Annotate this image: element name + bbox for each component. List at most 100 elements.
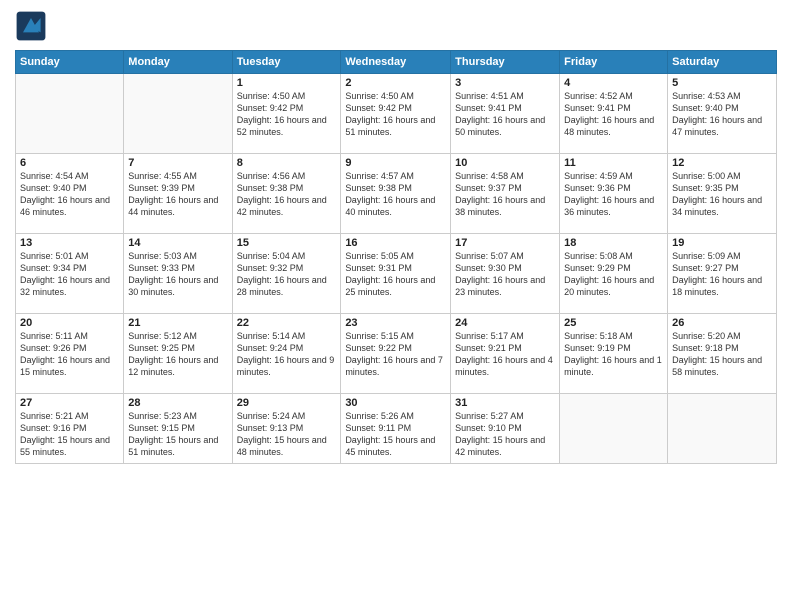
calendar-week-row: 27Sunrise: 5:21 AM Sunset: 9:16 PM Dayli… [16,394,777,464]
calendar-cell: 11Sunrise: 4:59 AM Sunset: 9:36 PM Dayli… [560,154,668,234]
day-info: Sunrise: 4:52 AM Sunset: 9:41 PM Dayligh… [564,90,663,139]
day-info: Sunrise: 5:21 AM Sunset: 9:16 PM Dayligh… [20,410,119,459]
calendar-header-friday: Friday [560,51,668,74]
calendar-header-saturday: Saturday [668,51,777,74]
day-number: 13 [20,237,119,249]
day-info: Sunrise: 4:51 AM Sunset: 9:41 PM Dayligh… [455,90,555,139]
calendar-cell: 25Sunrise: 5:18 AM Sunset: 9:19 PM Dayli… [560,314,668,394]
day-number: 9 [345,157,446,169]
day-info: Sunrise: 4:50 AM Sunset: 9:42 PM Dayligh… [237,90,337,139]
day-info: Sunrise: 5:26 AM Sunset: 9:11 PM Dayligh… [345,410,446,459]
calendar-cell: 18Sunrise: 5:08 AM Sunset: 9:29 PM Dayli… [560,234,668,314]
calendar-cell: 15Sunrise: 5:04 AM Sunset: 9:32 PM Dayli… [232,234,341,314]
calendar-cell: 9Sunrise: 4:57 AM Sunset: 9:38 PM Daylig… [341,154,451,234]
day-info: Sunrise: 4:53 AM Sunset: 9:40 PM Dayligh… [672,90,772,139]
day-info: Sunrise: 5:11 AM Sunset: 9:26 PM Dayligh… [20,330,119,379]
calendar-cell: 3Sunrise: 4:51 AM Sunset: 9:41 PM Daylig… [451,74,560,154]
day-number: 1 [237,77,337,89]
day-info: Sunrise: 5:07 AM Sunset: 9:30 PM Dayligh… [455,250,555,299]
day-number: 24 [455,317,555,329]
calendar-cell [560,394,668,464]
day-info: Sunrise: 5:08 AM Sunset: 9:29 PM Dayligh… [564,250,663,299]
calendar-cell: 30Sunrise: 5:26 AM Sunset: 9:11 PM Dayli… [341,394,451,464]
calendar-header-monday: Monday [124,51,232,74]
day-info: Sunrise: 5:15 AM Sunset: 9:22 PM Dayligh… [345,330,446,379]
calendar-cell: 6Sunrise: 4:54 AM Sunset: 9:40 PM Daylig… [16,154,124,234]
day-info: Sunrise: 5:23 AM Sunset: 9:15 PM Dayligh… [128,410,227,459]
day-number: 19 [672,237,772,249]
day-info: Sunrise: 5:18 AM Sunset: 9:19 PM Dayligh… [564,330,663,379]
calendar-cell: 12Sunrise: 5:00 AM Sunset: 9:35 PM Dayli… [668,154,777,234]
day-info: Sunrise: 4:54 AM Sunset: 9:40 PM Dayligh… [20,170,119,219]
day-info: Sunrise: 5:17 AM Sunset: 9:21 PM Dayligh… [455,330,555,379]
header [15,10,777,42]
day-number: 2 [345,77,446,89]
calendar-cell: 7Sunrise: 4:55 AM Sunset: 9:39 PM Daylig… [124,154,232,234]
day-number: 29 [237,397,337,409]
day-info: Sunrise: 5:14 AM Sunset: 9:24 PM Dayligh… [237,330,337,379]
day-number: 14 [128,237,227,249]
logo-icon [15,10,47,42]
day-number: 30 [345,397,446,409]
calendar-header-wednesday: Wednesday [341,51,451,74]
calendar-cell: 20Sunrise: 5:11 AM Sunset: 9:26 PM Dayli… [16,314,124,394]
day-info: Sunrise: 4:50 AM Sunset: 9:42 PM Dayligh… [345,90,446,139]
day-info: Sunrise: 5:01 AM Sunset: 9:34 PM Dayligh… [20,250,119,299]
day-info: Sunrise: 5:09 AM Sunset: 9:27 PM Dayligh… [672,250,772,299]
day-info: Sunrise: 5:27 AM Sunset: 9:10 PM Dayligh… [455,410,555,459]
day-number: 15 [237,237,337,249]
calendar-cell: 17Sunrise: 5:07 AM Sunset: 9:30 PM Dayli… [451,234,560,314]
calendar-header-row: SundayMondayTuesdayWednesdayThursdayFrid… [16,51,777,74]
day-number: 6 [20,157,119,169]
calendar-cell: 26Sunrise: 5:20 AM Sunset: 9:18 PM Dayli… [668,314,777,394]
calendar-cell [668,394,777,464]
day-info: Sunrise: 5:04 AM Sunset: 9:32 PM Dayligh… [237,250,337,299]
calendar-cell: 13Sunrise: 5:01 AM Sunset: 9:34 PM Dayli… [16,234,124,314]
day-number: 11 [564,157,663,169]
calendar-week-row: 13Sunrise: 5:01 AM Sunset: 9:34 PM Dayli… [16,234,777,314]
calendar-week-row: 20Sunrise: 5:11 AM Sunset: 9:26 PM Dayli… [16,314,777,394]
calendar-header-thursday: Thursday [451,51,560,74]
calendar-cell: 19Sunrise: 5:09 AM Sunset: 9:27 PM Dayli… [668,234,777,314]
calendar-cell: 29Sunrise: 5:24 AM Sunset: 9:13 PM Dayli… [232,394,341,464]
calendar-week-row: 1Sunrise: 4:50 AM Sunset: 9:42 PM Daylig… [16,74,777,154]
calendar-cell: 24Sunrise: 5:17 AM Sunset: 9:21 PM Dayli… [451,314,560,394]
logo [15,10,51,42]
day-number: 31 [455,397,555,409]
calendar-cell: 5Sunrise: 4:53 AM Sunset: 9:40 PM Daylig… [668,74,777,154]
day-number: 7 [128,157,227,169]
day-number: 27 [20,397,119,409]
day-number: 5 [672,77,772,89]
day-number: 23 [345,317,446,329]
calendar-cell [124,74,232,154]
day-info: Sunrise: 5:20 AM Sunset: 9:18 PM Dayligh… [672,330,772,379]
page: SundayMondayTuesdayWednesdayThursdayFrid… [0,0,792,612]
day-number: 12 [672,157,772,169]
calendar-cell: 8Sunrise: 4:56 AM Sunset: 9:38 PM Daylig… [232,154,341,234]
calendar-cell: 23Sunrise: 5:15 AM Sunset: 9:22 PM Dayli… [341,314,451,394]
calendar: SundayMondayTuesdayWednesdayThursdayFrid… [15,50,777,464]
day-info: Sunrise: 5:24 AM Sunset: 9:13 PM Dayligh… [237,410,337,459]
day-number: 21 [128,317,227,329]
day-info: Sunrise: 5:05 AM Sunset: 9:31 PM Dayligh… [345,250,446,299]
calendar-cell: 27Sunrise: 5:21 AM Sunset: 9:16 PM Dayli… [16,394,124,464]
calendar-header-sunday: Sunday [16,51,124,74]
calendar-cell: 4Sunrise: 4:52 AM Sunset: 9:41 PM Daylig… [560,74,668,154]
calendar-header-tuesday: Tuesday [232,51,341,74]
day-info: Sunrise: 5:12 AM Sunset: 9:25 PM Dayligh… [128,330,227,379]
calendar-cell: 2Sunrise: 4:50 AM Sunset: 9:42 PM Daylig… [341,74,451,154]
calendar-cell: 14Sunrise: 5:03 AM Sunset: 9:33 PM Dayli… [124,234,232,314]
day-number: 28 [128,397,227,409]
calendar-cell: 10Sunrise: 4:58 AM Sunset: 9:37 PM Dayli… [451,154,560,234]
day-info: Sunrise: 5:03 AM Sunset: 9:33 PM Dayligh… [128,250,227,299]
calendar-cell: 16Sunrise: 5:05 AM Sunset: 9:31 PM Dayli… [341,234,451,314]
day-number: 3 [455,77,555,89]
day-info: Sunrise: 5:00 AM Sunset: 9:35 PM Dayligh… [672,170,772,219]
day-info: Sunrise: 4:58 AM Sunset: 9:37 PM Dayligh… [455,170,555,219]
day-number: 25 [564,317,663,329]
calendar-cell: 21Sunrise: 5:12 AM Sunset: 9:25 PM Dayli… [124,314,232,394]
day-number: 26 [672,317,772,329]
calendar-cell: 22Sunrise: 5:14 AM Sunset: 9:24 PM Dayli… [232,314,341,394]
day-info: Sunrise: 4:56 AM Sunset: 9:38 PM Dayligh… [237,170,337,219]
day-info: Sunrise: 4:59 AM Sunset: 9:36 PM Dayligh… [564,170,663,219]
